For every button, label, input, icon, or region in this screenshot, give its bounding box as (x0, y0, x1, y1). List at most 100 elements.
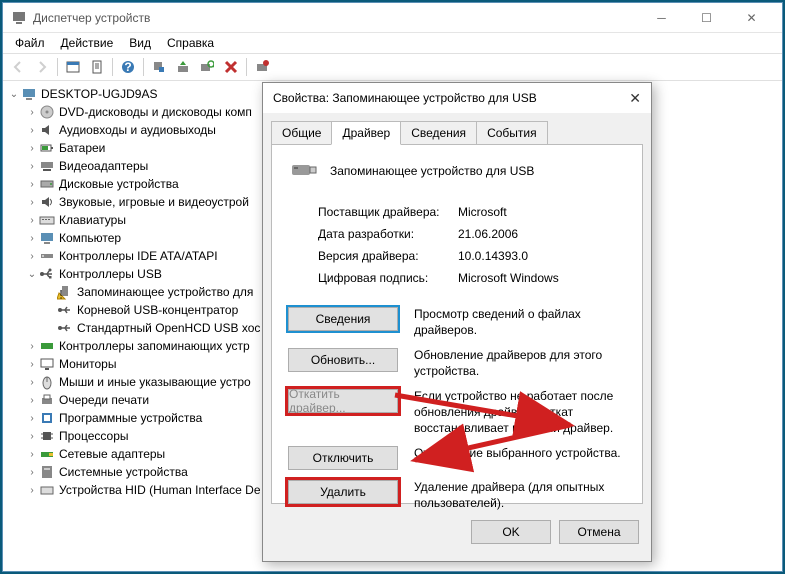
action-row-uninstall: Удалить Удаление драйвера (для опытных п… (288, 480, 626, 511)
expand-icon[interactable]: › (25, 377, 39, 388)
expand-icon[interactable]: › (25, 107, 39, 118)
expand-icon[interactable]: › (25, 485, 39, 496)
expand-icon[interactable]: › (25, 179, 39, 190)
disable-button[interactable] (251, 56, 273, 78)
disable-device-description: Отключение выбранного устройства. (414, 446, 621, 462)
close-button[interactable]: ✕ (729, 3, 774, 32)
maximize-button[interactable]: ☐ (684, 3, 729, 32)
usb-icon (57, 302, 73, 318)
titlebar: Диспетчер устройств ─ ☐ ✕ (3, 3, 782, 33)
keyboard-icon (39, 212, 55, 228)
expand-icon[interactable]: › (25, 197, 39, 208)
computer-icon (39, 230, 55, 246)
toolbar-separator (112, 58, 113, 76)
battery-icon (39, 140, 55, 156)
action-row-update: Обновить... Обновление драйверов для это… (288, 348, 626, 379)
usb-icon (57, 320, 73, 336)
expand-icon[interactable]: › (25, 215, 39, 226)
properties-button[interactable] (86, 56, 108, 78)
info-row-version: Версия драйвера:10.0.14393.0 (318, 245, 626, 267)
app-icon (11, 10, 27, 26)
expand-icon[interactable]: › (25, 359, 39, 370)
scan-hardware-button[interactable] (196, 56, 218, 78)
mouse-icon (39, 374, 55, 390)
tab-details[interactable]: Сведения (400, 121, 477, 144)
uninstall-driver-button[interactable]: Удалить (288, 480, 398, 504)
menu-action[interactable]: Действие (53, 34, 122, 52)
collapse-icon[interactable]: ⌄ (7, 89, 21, 100)
sound-icon (39, 194, 55, 210)
forward-button[interactable] (31, 56, 53, 78)
toolbar-separator (246, 58, 247, 76)
disable-device-button[interactable]: Отключить (288, 446, 398, 470)
toolbar-separator (57, 58, 58, 76)
expand-icon[interactable]: › (25, 413, 39, 424)
cancel-button[interactable]: Отмена (559, 520, 639, 544)
dialog-close-button[interactable]: ✕ (601, 90, 641, 107)
usb-device-warning-icon: ! (57, 284, 73, 300)
minimize-button[interactable]: ─ (639, 3, 684, 32)
expand-icon[interactable]: › (25, 395, 39, 406)
rollback-driver-description: Если устройство не работает после обновл… (414, 389, 626, 436)
collapse-icon[interactable]: ⌄ (25, 269, 39, 280)
menubar: Файл Действие Вид Справка (3, 33, 782, 53)
info-row-date: Дата разработки:21.06.2006 (318, 223, 626, 245)
usb-storage-icon (288, 159, 320, 183)
expand-icon[interactable]: › (25, 431, 39, 442)
ok-button[interactable]: OK (471, 520, 551, 544)
hid-icon (39, 482, 55, 498)
expand-icon[interactable]: › (25, 341, 39, 352)
action-row-rollback: Откатить драйвер... Если устройство не р… (288, 389, 626, 436)
software-device-icon (39, 410, 55, 426)
scan-button[interactable] (148, 56, 170, 78)
dvd-icon (39, 104, 55, 120)
storage-controller-icon (39, 338, 55, 354)
driver-info: Поставщик драйвера:Microsoft Дата разраб… (318, 201, 626, 289)
expand-icon[interactable]: › (25, 125, 39, 136)
tab-events[interactable]: События (476, 121, 548, 144)
tab-driver[interactable]: Драйвер (331, 121, 401, 145)
action-row-disable: Отключить Отключение выбранного устройст… (288, 446, 626, 470)
rollback-driver-button[interactable]: Откатить драйвер... (288, 389, 398, 413)
print-queue-icon (39, 392, 55, 408)
processor-icon (39, 428, 55, 444)
monitor-icon (39, 356, 55, 372)
disk-icon (39, 176, 55, 192)
back-button[interactable] (7, 56, 29, 78)
device-name: Запоминающее устройство для USB (330, 164, 534, 178)
update-driver-button[interactable]: Обновить... (288, 348, 398, 372)
expand-icon[interactable]: › (25, 251, 39, 262)
dialog-title: Свойства: Запоминающее устройство для US… (273, 91, 601, 105)
tab-general[interactable]: Общие (271, 121, 332, 144)
dialog-titlebar: Свойства: Запоминающее устройство для US… (263, 83, 651, 113)
window-title: Диспетчер устройств (33, 11, 639, 25)
ide-icon (39, 248, 55, 264)
usb-icon (39, 266, 55, 282)
svg-text:!: ! (59, 288, 62, 301)
menu-help[interactable]: Справка (159, 34, 222, 52)
info-row-provider: Поставщик драйвера:Microsoft (318, 201, 626, 223)
menu-view[interactable]: Вид (121, 34, 159, 52)
show-hidden-button[interactable] (62, 56, 84, 78)
expand-icon[interactable]: › (25, 467, 39, 478)
expand-icon[interactable]: › (25, 143, 39, 154)
expand-icon[interactable]: › (25, 161, 39, 172)
action-row-details: Сведения Просмотр сведений о файлах драй… (288, 307, 626, 338)
info-row-signer: Цифровая подпись:Microsoft Windows (318, 267, 626, 289)
toolbar: ? (3, 53, 782, 81)
computer-icon (21, 86, 37, 102)
uninstall-driver-description: Удаление драйвера (для опытных пользоват… (414, 480, 626, 511)
help-button[interactable]: ? (117, 56, 139, 78)
driver-details-button[interactable]: Сведения (288, 307, 398, 331)
display-adapter-icon (39, 158, 55, 174)
expand-icon[interactable]: › (25, 233, 39, 244)
update-driver-button[interactable] (172, 56, 194, 78)
uninstall-button[interactable] (220, 56, 242, 78)
network-icon (39, 446, 55, 462)
toolbar-separator (143, 58, 144, 76)
menu-file[interactable]: Файл (7, 34, 53, 52)
tab-page-driver: Запоминающее устройство для USB Поставщи… (271, 144, 643, 504)
properties-dialog: Свойства: Запоминающее устройство для US… (262, 82, 652, 562)
expand-icon[interactable]: › (25, 449, 39, 460)
device-header: Запоминающее устройство для USB (288, 159, 626, 183)
